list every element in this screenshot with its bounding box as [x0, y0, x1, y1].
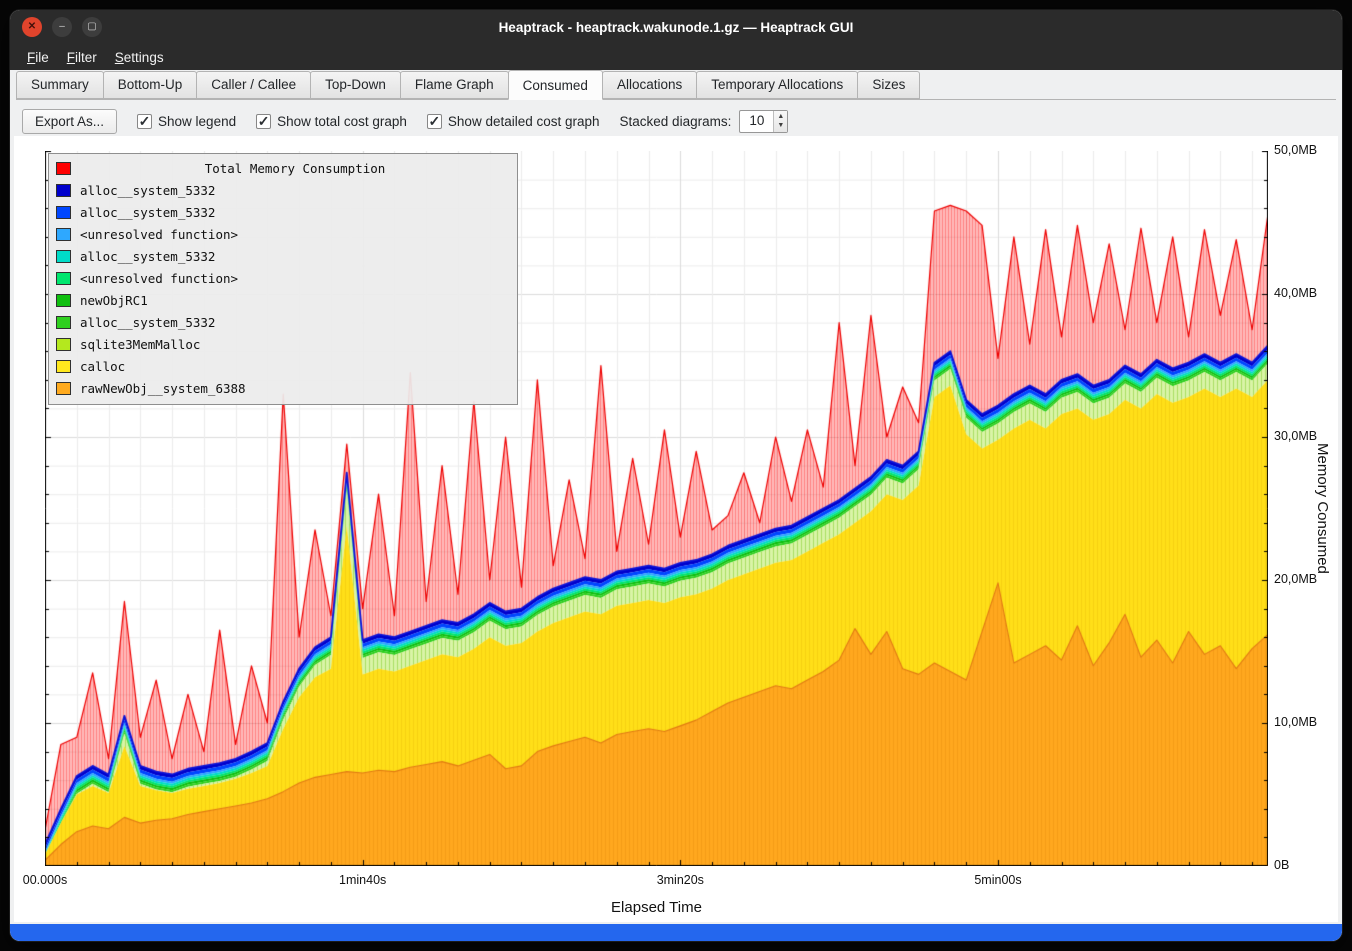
checkbox-label: Show detailed cost graph: [448, 114, 600, 129]
legend-swatch: [56, 294, 71, 307]
tab-bottom-up[interactable]: Bottom-Up: [103, 71, 198, 99]
checkbox-show-total-cost-graph[interactable]: ✓ Show total cost graph: [256, 114, 407, 129]
chart-legend: Total Memory Consumption alloc__system_53…: [48, 153, 518, 405]
close-button[interactable]: ✕: [22, 17, 42, 37]
maximize-icon: ▢: [87, 22, 96, 32]
x-tick-label: 00.000s: [12, 873, 78, 887]
legend-title-row: Total Memory Consumption: [49, 157, 517, 179]
maximize-button[interactable]: ▢: [82, 17, 102, 37]
checkbox-show-detailed-cost-graph[interactable]: ✓ Show detailed cost graph: [427, 114, 600, 129]
y-tick-label: 30,0MB: [1274, 429, 1317, 443]
chart-area: 0B 10,0MB 20,0MB 30,0MB 40,0MB 50,0MB 00.000s…: [14, 136, 1338, 922]
legend-item: alloc__system_5332: [49, 179, 517, 201]
toolbar-checkboxes: ✓ Show legend ✓ Show total cost graph ✓ Show …: [137, 114, 600, 129]
titlebar[interactable]: ✕ – ▢ Heaptrack - heaptrack.wakunode.1.g…: [10, 10, 1342, 44]
legend-item-label: alloc__system_5332: [80, 315, 215, 330]
menu-settings[interactable]: Settings: [106, 47, 173, 68]
tab-caller-callee[interactable]: Caller / Callee: [196, 71, 311, 99]
tab-consumed[interactable]: Consumed: [508, 70, 603, 100]
legend-swatch: [56, 382, 71, 395]
checkbox-label: Show legend: [158, 114, 236, 129]
checkbox-box[interactable]: ✓: [427, 114, 442, 129]
legend-swatch: [56, 162, 71, 175]
legend-item-label: calloc: [80, 359, 125, 374]
y-tick-label: 50,0MB: [1274, 143, 1317, 157]
legend-item-label: alloc__system_5332: [80, 205, 215, 220]
close-icon: ✕: [28, 22, 36, 32]
tab-allocations[interactable]: Allocations: [602, 71, 697, 99]
x-tick-label: 5min00s: [965, 873, 1031, 887]
legend-item: sqlite3MemMalloc: [49, 333, 517, 355]
menu-file[interactable]: File: [18, 47, 58, 68]
spin-up-icon[interactable]: ▲: [777, 112, 784, 121]
stacked-diagrams-value[interactable]: 10: [740, 111, 773, 132]
checkbox-show-legend[interactable]: ✓ Show legend: [137, 114, 236, 129]
tab-temporary-allocations[interactable]: Temporary Allocations: [696, 71, 858, 99]
spin-down-icon[interactable]: ▼: [777, 121, 784, 130]
legend-item-label: alloc__system_5332: [80, 183, 215, 198]
menu-filter[interactable]: Filter: [58, 47, 106, 68]
tab-bar: SummaryBottom-UpCaller / CalleeTop-DownF…: [16, 72, 1336, 100]
export-as-button[interactable]: Export As...: [22, 109, 117, 134]
legend-item: rawNewObj__system_6388: [49, 377, 517, 399]
legend-swatch: [56, 272, 71, 285]
heaptrack-window: ✕ – ▢ Heaptrack - heaptrack.wakunode.1.g…: [10, 10, 1342, 941]
x-axis-title: Elapsed Time: [45, 899, 1268, 916]
spinbox-arrows: ▲ ▼: [773, 111, 787, 132]
stacked-diagrams-control: Stacked diagrams: 10 ▲ ▼: [620, 110, 789, 133]
legend-item: <unresolved function>: [49, 267, 517, 289]
y-tick-label: 0B: [1274, 858, 1289, 872]
legend-swatch: [56, 360, 71, 373]
window-title: Heaptrack - heaptrack.wakunode.1.gz — He…: [499, 20, 854, 35]
stacked-diagrams-spinbox[interactable]: 10 ▲ ▼: [739, 110, 788, 133]
legend-item: alloc__system_5332: [49, 201, 517, 223]
legend-item: alloc__system_5332: [49, 245, 517, 267]
legend-swatch: [56, 250, 71, 263]
legend-item: calloc: [49, 355, 517, 377]
legend-item-label: sqlite3MemMalloc: [80, 337, 200, 352]
tab-summary[interactable]: Summary: [16, 71, 104, 99]
legend-swatch: [56, 338, 71, 351]
legend-item-label: <unresolved function>: [80, 227, 238, 242]
legend-swatch: [56, 206, 71, 219]
tab-sizes[interactable]: Sizes: [857, 71, 920, 99]
minimize-icon: –: [59, 22, 65, 32]
y-tick-label: 20,0MB: [1274, 572, 1317, 586]
window-controls: ✕ – ▢: [22, 17, 102, 37]
y-tick-label: 40,0MB: [1274, 286, 1317, 300]
legend-swatch: [56, 228, 71, 241]
x-tick-label: 1min40s: [330, 873, 396, 887]
legend-item-label: <unresolved function>: [80, 271, 238, 286]
legend-item-label: rawNewObj__system_6388: [80, 381, 246, 396]
checkbox-box[interactable]: ✓: [256, 114, 271, 129]
bottom-status-strip: [10, 924, 1342, 941]
legend-item: alloc__system_5332: [49, 311, 517, 333]
menubar: FileFilterSettings: [10, 44, 1342, 70]
desktop-background: ✕ – ▢ Heaptrack - heaptrack.wakunode.1.g…: [0, 0, 1352, 951]
legend-item: newObjRC1: [49, 289, 517, 311]
stacked-diagrams-label: Stacked diagrams:: [620, 114, 732, 129]
legend-title: Total Memory Consumption: [80, 161, 510, 176]
legend-item-label: alloc__system_5332: [80, 249, 215, 264]
minimize-button[interactable]: –: [52, 17, 72, 37]
tab-flame-graph[interactable]: Flame Graph: [400, 71, 509, 99]
x-tick-label: 3min20s: [647, 873, 713, 887]
legend-item: <unresolved function>: [49, 223, 517, 245]
checkbox-label: Show total cost graph: [277, 114, 407, 129]
y-axis-title: Memory Consumed: [1314, 151, 1331, 866]
tab-top-down[interactable]: Top-Down: [310, 71, 401, 99]
y-tick-label: 10,0MB: [1274, 715, 1317, 729]
legend-swatch: [56, 316, 71, 329]
toolbar: Export As... ✓ Show legend ✓ Show total cos…: [22, 108, 788, 134]
checkbox-box[interactable]: ✓: [137, 114, 152, 129]
legend-swatch: [56, 184, 71, 197]
legend-item-label: newObjRC1: [80, 293, 148, 308]
